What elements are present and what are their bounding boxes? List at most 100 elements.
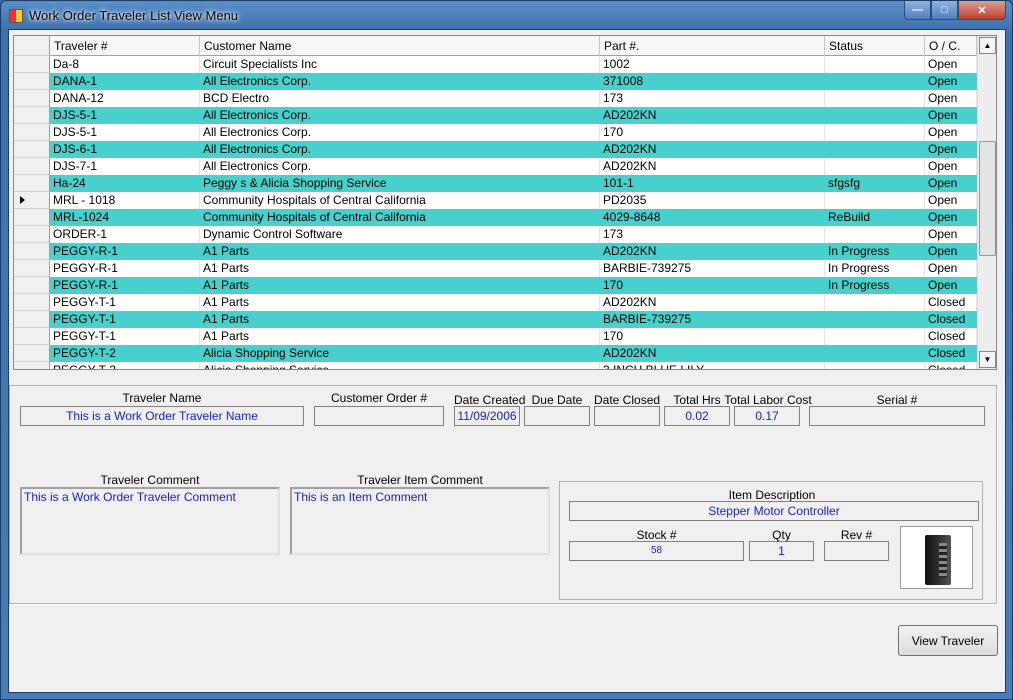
table-row[interactable]: DJS-5-1 All Electronics Corp. 170 Open bbox=[14, 124, 977, 141]
table-row[interactable]: MRL-1024 Community Hospitals of Central C… bbox=[14, 209, 977, 226]
due-date-field[interactable] bbox=[524, 406, 590, 426]
cell-part[interactable]: 170 bbox=[600, 277, 825, 294]
cell-status[interactable] bbox=[825, 328, 925, 345]
vertical-scrollbar[interactable]: ▲ ▼ bbox=[977, 36, 996, 369]
minimize-button[interactable]: — bbox=[904, 1, 931, 20]
cell-traveler[interactable]: DANA-1 bbox=[50, 73, 200, 90]
view-traveler-button[interactable]: View Traveler bbox=[898, 625, 998, 656]
column-header-part[interactable]: Part #. bbox=[600, 36, 825, 56]
cell-open-closed[interactable]: Open bbox=[925, 226, 977, 243]
cell-part[interactable]: AD202KN bbox=[600, 294, 825, 311]
cell-customer[interactable]: Peggy s & Alicia Shopping Service bbox=[200, 175, 600, 192]
cell-status[interactable] bbox=[825, 124, 925, 141]
cell-open-closed[interactable]: Open bbox=[925, 158, 977, 175]
cell-part[interactable]: BARBIE-739275 bbox=[600, 311, 825, 328]
cell-open-closed[interactable]: Open bbox=[925, 73, 977, 90]
item-comment-textarea[interactable]: This is an Item Comment bbox=[290, 487, 550, 555]
rev-field[interactable] bbox=[824, 541, 889, 561]
cell-customer[interactable]: All Electronics Corp. bbox=[200, 124, 600, 141]
cell-open-closed[interactable]: Closed bbox=[925, 328, 977, 345]
date-closed-field[interactable] bbox=[594, 406, 660, 426]
cell-traveler[interactable]: ORDER-1 bbox=[50, 226, 200, 243]
item-description-field[interactable]: Stepper Motor Controller bbox=[569, 501, 979, 521]
cell-status[interactable] bbox=[825, 311, 925, 328]
row-header[interactable] bbox=[14, 192, 50, 209]
cell-customer[interactable]: All Electronics Corp. bbox=[200, 73, 600, 90]
cell-part[interactable]: PD2035 bbox=[600, 192, 825, 209]
table-row[interactable]: DJS-7-1 All Electronics Corp. AD202KN Open bbox=[14, 158, 977, 175]
cell-traveler[interactable]: MRL-1024 bbox=[50, 209, 200, 226]
cell-part[interactable]: 3 INCH BLUE LILY bbox=[600, 362, 825, 369]
cell-open-closed[interactable]: Closed bbox=[925, 294, 977, 311]
row-header[interactable] bbox=[14, 56, 50, 73]
traveler-grid[interactable]: Traveler # Customer Name Part #. Status … bbox=[13, 35, 997, 370]
cell-status[interactable] bbox=[825, 90, 925, 107]
cell-traveler[interactable]: PEGGY-T-1 bbox=[50, 294, 200, 311]
cell-status[interactable]: sfgsfg bbox=[825, 175, 925, 192]
row-header[interactable] bbox=[14, 345, 50, 362]
cell-open-closed[interactable]: Open bbox=[925, 124, 977, 141]
cell-customer[interactable]: A1 Parts bbox=[200, 260, 600, 277]
qty-field[interactable]: 1 bbox=[749, 541, 814, 561]
row-header[interactable] bbox=[14, 362, 50, 369]
cell-part[interactable]: 4029-8648 bbox=[600, 209, 825, 226]
table-row[interactable]: Da-8 Circuit Specialists Inc 1002 Open bbox=[14, 56, 977, 73]
cell-open-closed[interactable]: Open bbox=[925, 175, 977, 192]
cell-customer[interactable]: Dynamic Control Software bbox=[200, 226, 600, 243]
cell-open-closed[interactable]: Open bbox=[925, 243, 977, 260]
cell-open-closed[interactable]: Open bbox=[925, 277, 977, 294]
row-header[interactable] bbox=[14, 260, 50, 277]
cell-traveler[interactable]: Ha-24 bbox=[50, 175, 200, 192]
table-row[interactable]: PEGGY-T-1 A1 Parts BARBIE-739275 Closed bbox=[14, 311, 977, 328]
cell-status[interactable] bbox=[825, 192, 925, 209]
cell-traveler[interactable]: DJS-6-1 bbox=[50, 141, 200, 158]
cell-part[interactable]: 170 bbox=[600, 328, 825, 345]
cell-traveler[interactable]: MRL - 1018 bbox=[50, 192, 200, 209]
serial-field[interactable] bbox=[809, 406, 985, 426]
total-hrs-field[interactable]: 0.02 bbox=[664, 406, 730, 426]
cell-status[interactable] bbox=[825, 226, 925, 243]
cell-status[interactable] bbox=[825, 107, 925, 124]
cell-traveler[interactable]: DJS-5-1 bbox=[50, 124, 200, 141]
cell-customer[interactable]: Circuit Specialists Inc bbox=[200, 56, 600, 73]
row-header[interactable] bbox=[14, 277, 50, 294]
column-header-traveler[interactable]: Traveler # bbox=[50, 36, 200, 56]
table-row[interactable]: Ha-24 Peggy s & Alicia Shopping Service 10… bbox=[14, 175, 977, 192]
traveler-comment-textarea[interactable]: This is a Work Order Traveler Comment bbox=[20, 487, 280, 555]
cell-open-closed[interactable]: Open bbox=[925, 141, 977, 158]
row-header[interactable] bbox=[14, 90, 50, 107]
cell-open-closed[interactable]: Open bbox=[925, 209, 977, 226]
cell-open-closed[interactable]: Open bbox=[925, 260, 977, 277]
cell-open-closed[interactable]: Open bbox=[925, 56, 977, 73]
cell-status[interactable] bbox=[825, 345, 925, 362]
cell-status[interactable] bbox=[825, 141, 925, 158]
cell-status[interactable] bbox=[825, 294, 925, 311]
cell-status[interactable]: In Progress bbox=[825, 243, 925, 260]
cell-status[interactable]: In Progress bbox=[825, 260, 925, 277]
column-header-customer[interactable]: Customer Name bbox=[200, 36, 600, 56]
table-row[interactable]: DANA-1 All Electronics Corp. 371008 Open bbox=[14, 73, 977, 90]
stock-field[interactable]: 58 bbox=[569, 541, 744, 561]
cell-part[interactable]: AD202KN bbox=[600, 141, 825, 158]
customer-order-field[interactable] bbox=[314, 406, 444, 426]
column-header-open-closed[interactable]: O / C. bbox=[925, 36, 977, 56]
cell-customer[interactable]: A1 Parts bbox=[200, 243, 600, 260]
row-header[interactable] bbox=[14, 107, 50, 124]
table-row[interactable]: DJS-5-1 All Electronics Corp. AD202KN Open bbox=[14, 107, 977, 124]
cell-traveler[interactable]: PEGGY-T-2 bbox=[50, 362, 200, 369]
table-row[interactable]: MRL - 1018 Community Hospitals of Central… bbox=[14, 192, 977, 209]
cell-status[interactable]: ReBuild bbox=[825, 209, 925, 226]
cell-customer[interactable]: Alicia Shopping Service bbox=[200, 345, 600, 362]
cell-part[interactable]: 170 bbox=[600, 124, 825, 141]
close-button[interactable]: ✕ bbox=[958, 1, 1006, 20]
cell-customer[interactable]: All Electronics Corp. bbox=[200, 107, 600, 124]
cell-part[interactable]: BARBIE-739275 bbox=[600, 260, 825, 277]
table-row[interactable]: PEGGY-T-2 Alicia Shopping Service 3 INCH B… bbox=[14, 362, 977, 369]
row-header[interactable] bbox=[14, 311, 50, 328]
cell-part[interactable]: 173 bbox=[600, 90, 825, 107]
row-header[interactable] bbox=[14, 226, 50, 243]
cell-customer[interactable]: A1 Parts bbox=[200, 311, 600, 328]
row-header[interactable] bbox=[14, 124, 50, 141]
cell-customer[interactable]: A1 Parts bbox=[200, 294, 600, 311]
column-header-status[interactable]: Status bbox=[825, 36, 925, 56]
